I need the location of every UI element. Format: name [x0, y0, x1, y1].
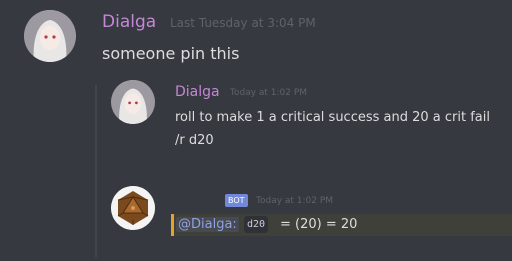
message-timestamp: Last Tuesday at 3:04 PM [170, 16, 316, 30]
message-text-line: /r d20 [175, 133, 214, 148]
d20-dice-icon [111, 186, 155, 230]
message-text-line: roll to make 1 a critical success and 20… [175, 110, 490, 125]
anime-avatar-icon [111, 80, 155, 124]
message-author[interactable]: Dialga [102, 12, 156, 32]
message-timestamp: Today at 1:02 PM [230, 88, 308, 98]
anime-avatar-icon [24, 10, 76, 62]
message-text: someone pin this [102, 44, 240, 63]
mention-bar [171, 214, 174, 236]
message-timestamp: Today at 1:02 PM [256, 196, 334, 206]
bot-badge: BOT [225, 194, 248, 207]
user-mention[interactable]: @Dialga: [176, 217, 239, 232]
inline-code: d20 [244, 216, 269, 233]
bot-avatar[interactable] [111, 186, 155, 230]
message-author[interactable]: Dialga [175, 84, 220, 100]
quote-bar [95, 85, 97, 257]
user-avatar-dialga[interactable] [24, 10, 76, 62]
roll-result: = (20) = 20 [280, 217, 358, 232]
user-avatar-dialga[interactable] [111, 80, 155, 124]
